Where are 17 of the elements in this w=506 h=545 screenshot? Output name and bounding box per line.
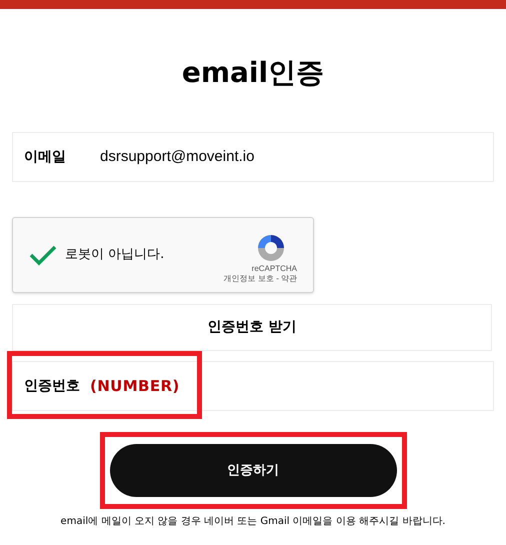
- terms-link[interactable]: 약관: [281, 274, 297, 284]
- verify-button[interactable]: 인증하기: [110, 444, 396, 497]
- field-value: dsrsupport@moveint.io: [100, 146, 254, 167]
- field-label: 이메일: [24, 148, 66, 166]
- send-code-button[interactable]: 인증번호 받기: [12, 304, 492, 351]
- annotation-text: (NUMBER): [90, 376, 180, 397]
- page-title: email인증: [182, 59, 324, 87]
- recaptcha-logo-icon: [255, 232, 287, 264]
- field-label: 인증번호: [24, 376, 80, 396]
- check-icon: [29, 244, 57, 266]
- recaptcha-label: 로봇이 아닙니다.: [65, 246, 164, 264]
- recaptcha-brand: reCAPTCHA: [252, 264, 297, 274]
- code-field[interactable]: 인증번호 (NUMBER): [12, 361, 494, 411]
- link-separator: -: [276, 274, 279, 284]
- notice-text: email에 메일이 오지 않을 경우 네이버 또는 Gmail 이메일을 이용 해주시길 바랍니다.: [60, 515, 446, 529]
- email-field[interactable]: 이메일 dsrsupport@moveint.io: [12, 132, 494, 182]
- privacy-link[interactable]: 개인정보 보호: [224, 274, 274, 284]
